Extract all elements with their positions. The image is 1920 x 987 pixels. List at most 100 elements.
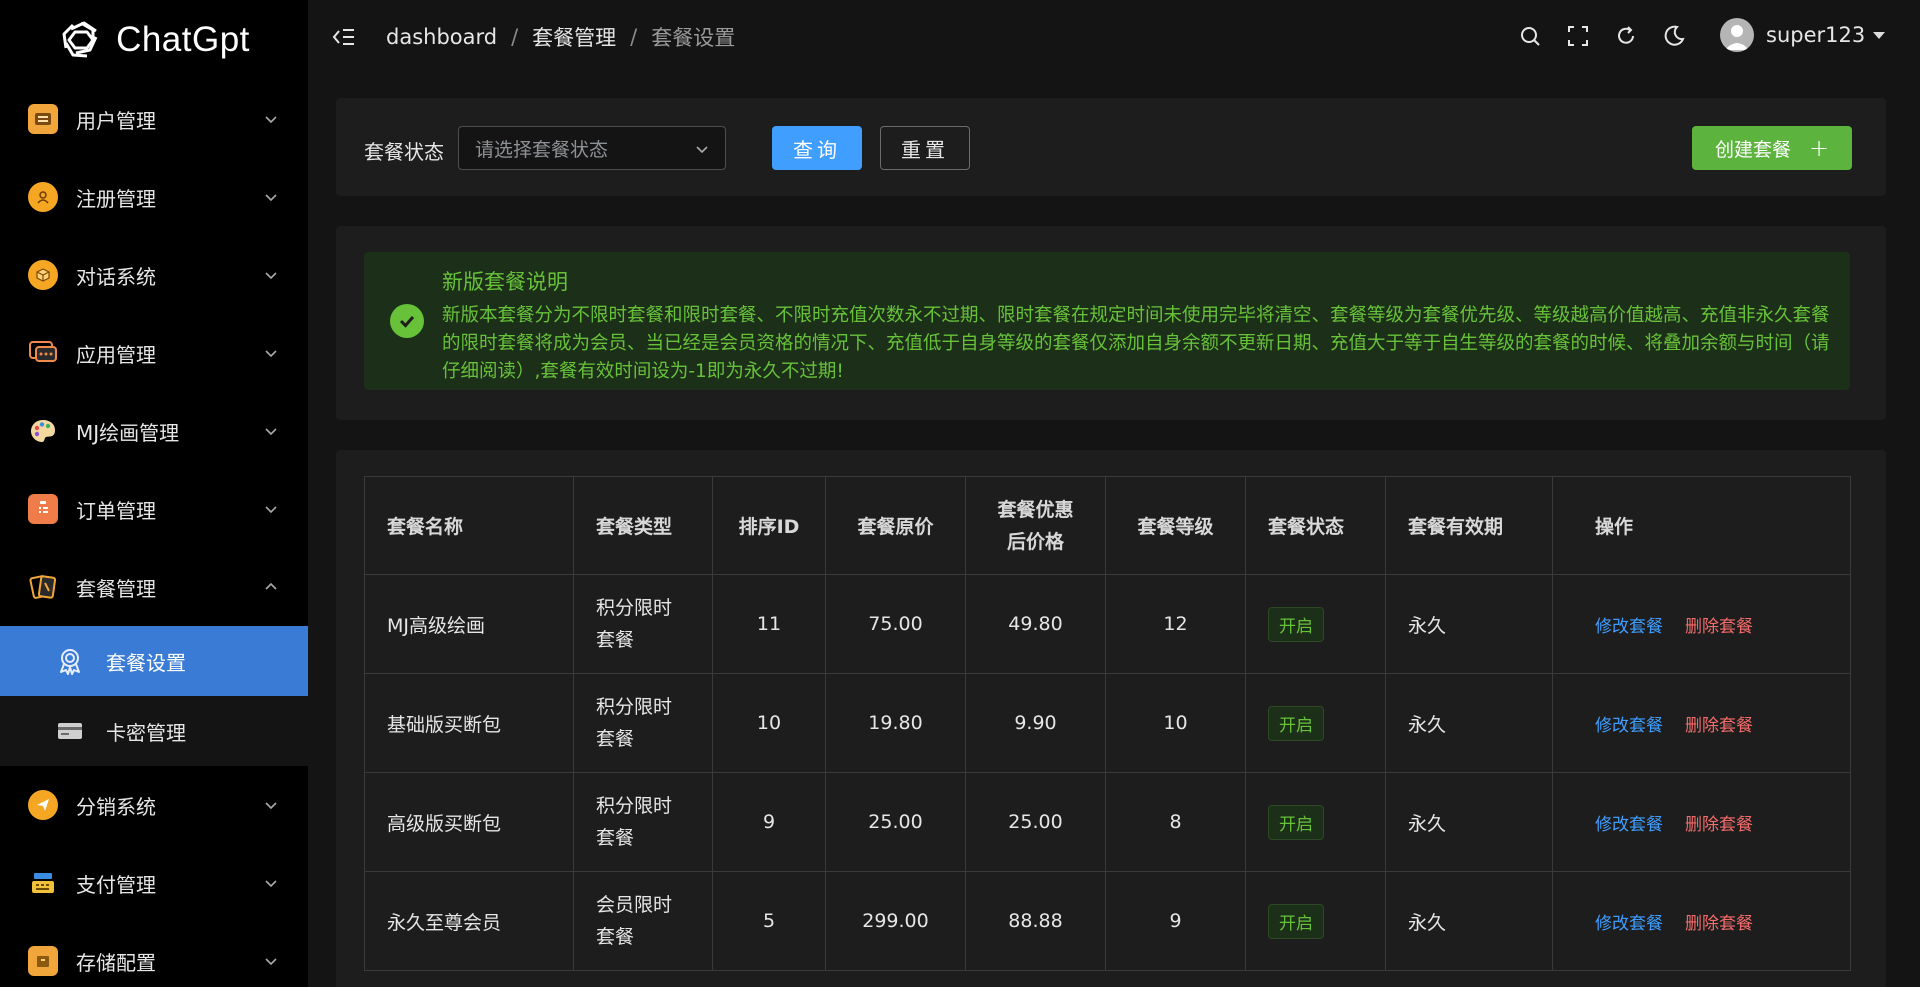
- alert-title: 新版套餐说明: [442, 270, 568, 294]
- chevron-down-icon: [265, 194, 277, 202]
- cell-type: 积分限时 套餐: [573, 673, 713, 773]
- delete-package-button[interactable]: 删除套餐: [1685, 716, 1753, 736]
- chevron-down-icon: [696, 146, 708, 154]
- cell-name: 永久至尊会员: [364, 871, 574, 971]
- search-icon[interactable]: [1518, 24, 1542, 48]
- sidebar-subitem-label: 卡密管理: [106, 720, 186, 745]
- cards-icon: [28, 572, 58, 602]
- status-select[interactable]: 请选择套餐状态: [458, 126, 726, 170]
- cell-validity: 永久: [1385, 871, 1553, 971]
- send-icon: [28, 790, 58, 820]
- plus-icon: +: [1808, 134, 1830, 162]
- sidebar-item-users[interactable]: 用户管理: [0, 80, 308, 158]
- cell-validity: 永久: [1385, 673, 1553, 773]
- sidebar-item-registration[interactable]: 注册管理: [0, 158, 308, 236]
- status-badge: 开启: [1268, 606, 1324, 642]
- cube-icon: [28, 260, 58, 290]
- sidebar: ChatGpt 用户管理 注册管理 对话系统 应用管理 MJ绘画管理 订单管理 …: [0, 0, 308, 987]
- user-circle-icon: [28, 182, 58, 212]
- status-filter-label: 套餐状态: [364, 140, 444, 164]
- sidebar-menu: 用户管理 注册管理 对话系统 应用管理 MJ绘画管理 订单管理 套餐管理 套餐设…: [0, 80, 308, 987]
- edit-package-button[interactable]: 修改套餐: [1595, 914, 1663, 934]
- edit-package-button[interactable]: 修改套餐: [1595, 617, 1663, 637]
- col-header-level: 套餐等级: [1105, 476, 1246, 575]
- sidebar-item-packages[interactable]: 套餐管理: [0, 548, 308, 626]
- reset-button[interactable]: 重置: [880, 126, 970, 170]
- sidebar-item-chat[interactable]: 对话系统: [0, 236, 308, 314]
- sidebar-item-distribution[interactable]: 分销系统: [0, 766, 308, 844]
- edit-package-button[interactable]: 修改套餐: [1595, 716, 1663, 736]
- sidebar-subitem-label: 套餐设置: [106, 650, 186, 675]
- col-header-name: 套餐名称: [364, 476, 574, 575]
- page-scrollbar[interactable]: [1906, 74, 1920, 987]
- breadcrumb-item-current: 套餐设置: [651, 26, 736, 50]
- sidebar-item-label: MJ绘画管理: [76, 420, 180, 445]
- col-header-sort-id: 排序ID: [712, 476, 826, 575]
- chevron-down-icon: [265, 506, 277, 514]
- packages-table-panel: 套餐名称 套餐类型 排序ID 套餐原价 套餐优惠 后价格 套餐等级 套餐状态 套餐…: [336, 450, 1886, 987]
- cell-name: 基础版买断包: [364, 673, 574, 773]
- clipboard-icon: [28, 494, 58, 524]
- user-card-icon: [28, 104, 58, 134]
- cell-status: 开启: [1245, 871, 1386, 971]
- dark-mode-moon-icon[interactable]: [1662, 24, 1686, 48]
- avatar: [1720, 18, 1754, 52]
- user-avatar-icon: [1725, 25, 1749, 50]
- chevron-down-icon: [265, 802, 277, 810]
- create-package-button[interactable]: 创建套餐 +: [1692, 126, 1852, 170]
- chat-bubble-icon: [28, 338, 58, 368]
- openai-logo-icon: [62, 21, 98, 58]
- status-badge: 开启: [1268, 705, 1324, 741]
- collapse-sidebar-icon[interactable]: [332, 26, 356, 48]
- table-row: 高级版买断包 积分限时 套餐 9 25.00 25.00 8 开启 永久 修改套餐…: [364, 772, 1851, 872]
- alert-description: 新版本套餐分为不限时套餐和限时套餐、不限时充值次数永不过期、限时套餐在规定时间未…: [442, 305, 1830, 382]
- sidebar-item-storage[interactable]: 存储配置: [0, 922, 308, 987]
- sidebar-item-apps[interactable]: 应用管理: [0, 314, 308, 392]
- sidebar-subitem-card-keys[interactable]: 卡密管理: [0, 696, 308, 766]
- table-header-row: 套餐名称 套餐类型 排序ID 套餐原价 套餐优惠 后价格 套餐等级 套餐状态 套餐…: [364, 476, 1851, 575]
- fullscreen-icon[interactable]: [1566, 24, 1590, 48]
- breadcrumb-item-packages[interactable]: 套餐管理: [532, 22, 616, 52]
- logo[interactable]: ChatGpt: [0, 0, 308, 80]
- sidebar-item-label: 用户管理: [76, 108, 156, 133]
- sidebar-item-orders[interactable]: 订单管理: [0, 470, 308, 548]
- cell-status: 开启: [1245, 574, 1386, 674]
- success-alert: 新版套餐说明 新版本套餐分为不限时套餐和限时套餐、不限时充值次数永不过期、限时套…: [364, 252, 1850, 390]
- chevron-up-icon: [265, 582, 277, 590]
- notice-panel: 新版套餐说明 新版本套餐分为不限时套餐和限时套餐、不限时充值次数永不过期、限时套…: [336, 226, 1886, 420]
- user-menu[interactable]: super123: [1720, 18, 1886, 52]
- cell-actions: 修改套餐 删除套餐: [1552, 574, 1851, 674]
- edit-package-button[interactable]: 修改套餐: [1595, 815, 1663, 835]
- delete-package-button[interactable]: 删除套餐: [1685, 617, 1753, 637]
- sidebar-item-payment[interactable]: 支付管理: [0, 844, 308, 922]
- cell-level: 8: [1105, 772, 1246, 872]
- breadcrumb-item-dashboard[interactable]: dashboard: [386, 25, 497, 49]
- status-select-placeholder: 请选择套餐状态: [475, 138, 609, 161]
- sidebar-item-label: 套餐管理: [76, 576, 156, 601]
- top-header: dashboard / 套餐管理 / 套餐设置 super123: [308, 0, 1920, 74]
- status-badge: 开启: [1268, 804, 1324, 840]
- delete-package-button[interactable]: 删除套餐: [1685, 914, 1753, 934]
- sidebar-item-mj-drawing[interactable]: MJ绘画管理: [0, 392, 308, 470]
- credit-card-icon: [56, 717, 84, 745]
- cell-price: 75.00: [825, 574, 966, 674]
- query-button[interactable]: 查询: [772, 126, 862, 170]
- sidebar-subitem-package-settings[interactable]: 套餐设置: [0, 626, 308, 696]
- box-icon: [28, 946, 58, 976]
- chevron-down-icon: [265, 958, 277, 966]
- refresh-icon[interactable]: [1614, 24, 1638, 48]
- col-header-validity: 套餐有效期: [1385, 476, 1553, 575]
- table-row: 基础版买断包 积分限时 套餐 10 19.80 9.90 10 开启 永久 修改套…: [364, 673, 1851, 773]
- cell-validity: 永久: [1385, 772, 1553, 872]
- cell-discount-price: 25.00: [965, 772, 1106, 872]
- cell-level: 12: [1105, 574, 1246, 674]
- chevron-down-icon: [265, 880, 277, 888]
- cell-price: 25.00: [825, 772, 966, 872]
- table-row: 永久至尊会员 会员限时 套餐 5 299.00 88.88 9 开启 永久 修改套…: [364, 871, 1851, 971]
- col-header-type: 套餐类型: [573, 476, 713, 575]
- delete-package-button[interactable]: 删除套餐: [1685, 815, 1753, 835]
- cell-validity: 永久: [1385, 574, 1553, 674]
- cell-level: 10: [1105, 673, 1246, 773]
- check-circle-icon: [390, 304, 424, 338]
- cell-type-line2: 套餐: [596, 629, 635, 651]
